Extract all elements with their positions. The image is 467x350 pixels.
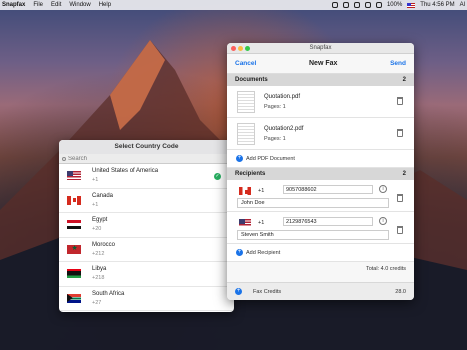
country-dial-code: +1 (92, 201, 99, 208)
flag-ca-icon (67, 195, 81, 205)
flag-us-icon[interactable] (239, 219, 251, 227)
country-name: Canada (92, 192, 114, 199)
menu-help[interactable]: Help (99, 2, 111, 8)
country-row-us[interactable]: United States of America +1 ✓ (59, 164, 234, 189)
menu-status-area: 100% Thu 4:56 PM Al (331, 2, 465, 8)
zoom-window-button[interactable] (245, 46, 250, 51)
documents-header-label: Documents (235, 77, 268, 83)
minimize-window-button[interactable] (238, 46, 243, 51)
country-row-ly[interactable]: Libya +218 (59, 262, 234, 287)
fax-credits-label: Fax Credits (253, 288, 282, 295)
pdf-thumbnail-icon (237, 122, 255, 145)
recipient-name-field[interactable]: Steven Smith (237, 230, 389, 240)
info-icon[interactable]: i (379, 217, 387, 225)
bluetooth-icon[interactable] (342, 2, 349, 8)
menu-window[interactable]: Window (69, 2, 90, 8)
trash-icon[interactable] (397, 97, 403, 105)
country-search-input[interactable] (68, 155, 218, 162)
country-name: South Africa (92, 290, 125, 297)
flag-ly-icon (67, 269, 81, 279)
recipient-dial-code[interactable]: +1 (258, 220, 264, 226)
input-source-flag-icon[interactable] (407, 2, 416, 8)
flag-us-icon (67, 171, 81, 181)
country-name: Libya (92, 266, 107, 273)
menu-app-name[interactable]: Snapfax (2, 2, 25, 8)
window-title: Snapfax (309, 45, 332, 51)
trash-icon[interactable] (397, 226, 403, 234)
documents-section-header: Documents 2 (227, 74, 414, 86)
recipient-dial-code[interactable]: +1 (258, 188, 264, 194)
wifi-icon[interactable] (353, 2, 360, 8)
recipients-section-header: Recipients 2 (227, 168, 414, 180)
recipient-item: +1 2129876543 i Steven Smith (227, 212, 414, 244)
document-item[interactable]: Quotation.pdf Pages: 1 (227, 86, 414, 118)
document-pages: Pages: 1 (264, 103, 286, 110)
menu-clock[interactable]: Thu 4:56 PM (420, 2, 454, 8)
volume-icon[interactable] (375, 2, 382, 8)
fax-number-field[interactable]: 2129876543 (283, 217, 373, 226)
country-dial-code: +20 (92, 226, 102, 233)
pdf-thumbnail-icon (237, 90, 255, 113)
plus-icon: + (236, 249, 243, 256)
battery-percent[interactable]: 100% (387, 2, 402, 8)
selected-check-icon: ✓ (214, 173, 221, 180)
country-dial-code: +27 (92, 299, 102, 306)
fax-credits-value: 28.0 (395, 288, 406, 295)
country-row-ma[interactable]: Morocco +212 (59, 238, 234, 262)
recipient-name-field[interactable]: John Doe (237, 198, 389, 208)
add-pdf-document-button[interactable]: + Add PDF Document (227, 150, 414, 168)
airplay-icon[interactable] (364, 2, 371, 8)
recipients-header-label: Recipients (235, 171, 266, 177)
plus-icon: + (236, 155, 243, 162)
country-row-eg[interactable]: Egypt +20 (59, 213, 234, 238)
trash-icon[interactable] (397, 129, 403, 137)
documents-count: 2 (402, 77, 406, 83)
add-recipient-button[interactable]: + Add Recipient (227, 244, 414, 262)
cancel-button[interactable]: Cancel (235, 60, 256, 67)
flag-za-icon (67, 293, 81, 303)
trash-icon[interactable] (397, 194, 403, 202)
document-name: Quotation.pdf (264, 93, 301, 100)
flag-eg-icon (67, 220, 81, 230)
country-name: United States of America (92, 168, 159, 175)
country-row-za[interactable]: South Africa +27 (59, 287, 234, 311)
page-title: New Fax (309, 60, 338, 67)
search-icon (62, 156, 66, 161)
document-pages: Pages: 1 (264, 135, 286, 142)
info-icon[interactable]: i (379, 185, 387, 193)
send-button[interactable]: Send (390, 60, 406, 67)
fax-credits-bar[interactable]: + Fax Credits 28.0 (227, 282, 414, 300)
add-recipient-label: Add Recipient (246, 249, 281, 256)
time-machine-icon[interactable] (331, 2, 338, 8)
menu-bar: Snapfax File Edit Window Help 100% Thu 4… (0, 0, 467, 10)
country-dial-code: +212 (92, 250, 105, 257)
document-name: Quotation2.pdf (264, 125, 304, 132)
menu-edit[interactable]: Edit (51, 2, 61, 8)
menu-file[interactable]: File (33, 2, 43, 8)
country-dial-code: +1 (92, 177, 99, 184)
country-code-popup: Select Country Code United States of Ame… (59, 140, 234, 312)
country-name: Egypt (92, 217, 108, 224)
country-search-bar (59, 154, 234, 164)
country-name: Morocco (92, 241, 116, 248)
fax-navbar: Cancel New Fax Send (227, 54, 414, 74)
recipients-count: 2 (402, 171, 406, 177)
plus-icon[interactable]: + (235, 288, 242, 295)
popup-title: Select Country Code (59, 140, 234, 154)
menu-user[interactable]: Al (460, 2, 465, 8)
flag-ma-icon (67, 244, 81, 254)
add-pdf-label: Add PDF Document (246, 155, 295, 162)
snapfax-window: Snapfax Cancel New Fax Send Documents 2 … (227, 43, 414, 300)
close-window-button[interactable] (231, 46, 236, 51)
fax-number-field[interactable]: 9057088602 (283, 185, 373, 194)
country-dial-code: +218 (92, 275, 105, 282)
recipient-item: +1 9057088602 i John Doe (227, 180, 414, 212)
document-item[interactable]: Quotation2.pdf Pages: 1 (227, 118, 414, 150)
total-credits: Total: 4.0 credits (227, 262, 414, 276)
country-row-ca[interactable]: Canada +1 (59, 189, 234, 213)
flag-ca-icon[interactable] (239, 187, 251, 195)
window-titlebar[interactable]: Snapfax (227, 43, 414, 54)
